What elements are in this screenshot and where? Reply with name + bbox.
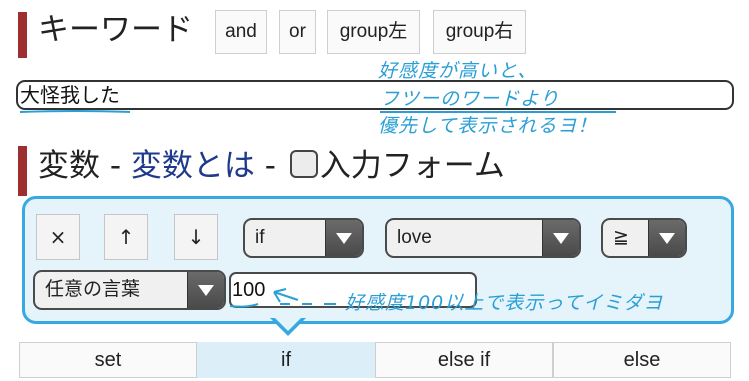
operator-select-value: if: [255, 227, 265, 248]
and-button[interactable]: and: [215, 10, 267, 54]
operator-select[interactable]: if: [243, 218, 364, 258]
move-up-button[interactable]: ↑: [104, 214, 148, 260]
value-type-select-value: 任意の言葉: [45, 279, 141, 300]
tab-set[interactable]: set: [19, 342, 197, 378]
annotation-arrow: [229, 288, 336, 308]
comparison-select-value: ≧: [613, 227, 629, 248]
tab-else-if[interactable]: else if: [375, 342, 553, 378]
checkbox-icon[interactable]: [289, 150, 318, 178]
tab-else[interactable]: else: [553, 342, 731, 378]
variable-select-value: love: [397, 227, 432, 248]
group-left-button[interactable]: group左: [327, 10, 420, 54]
keyword-input-value: 大怪我した: [20, 83, 120, 107]
keyword-section-title: キーワード: [38, 12, 193, 48]
variable-select[interactable]: love: [385, 218, 581, 258]
comparison-select[interactable]: ≧: [601, 218, 687, 258]
value-type-select[interactable]: 任意の言葉: [33, 270, 226, 310]
chevron-down-icon: [187, 272, 224, 308]
keyword-annotation-line-2: フツーのワードより: [380, 88, 560, 110]
variable-section-title-separator: -: [254, 148, 286, 184]
variable-section-title-prefix: 変数 -: [38, 148, 131, 184]
variable-section-title: 変数 - 変数とは - 入力フォーム: [38, 146, 505, 186]
group-right-button[interactable]: group右: [433, 10, 526, 54]
chevron-down-icon: [325, 220, 362, 256]
panel-pointer-fill: [274, 317, 302, 331]
keyword-annotation-line-3: 優先して表示されるヨ！: [378, 115, 598, 137]
delete-button[interactable]: ×: [36, 214, 80, 260]
chevron-down-icon: [648, 220, 685, 256]
keyword-input[interactable]: [16, 80, 734, 110]
tab-if[interactable]: if: [197, 342, 375, 378]
value-annotation: 好感度100以上で表示ってイミダヨ: [345, 292, 664, 314]
or-button[interactable]: or: [279, 10, 316, 54]
keyword-section-marker: [18, 12, 27, 58]
move-down-button[interactable]: ↓: [174, 214, 218, 260]
variable-section-marker: [18, 146, 27, 196]
variable-section-title-suffix: 入力フォーム: [319, 148, 505, 184]
keyword-annotation-line-1: 好感度が高いと、: [378, 60, 538, 82]
chevron-down-icon: [542, 220, 579, 256]
what-is-variable-link[interactable]: 変数とは: [131, 148, 255, 184]
